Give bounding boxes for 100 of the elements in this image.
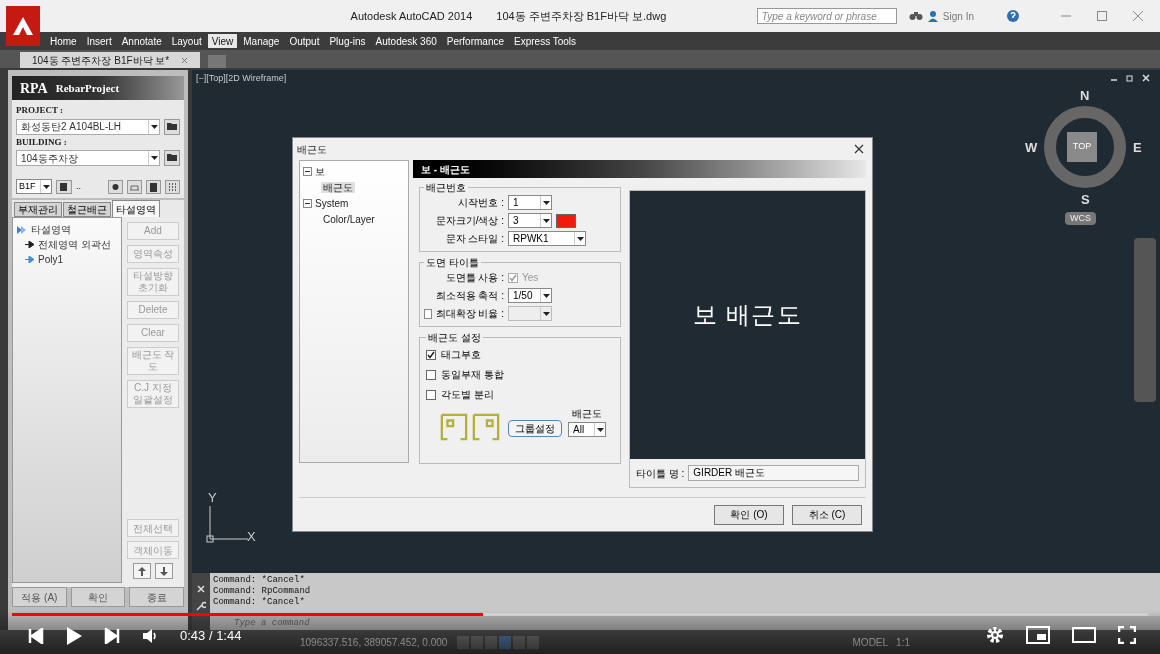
grid-icon[interactable]: [165, 179, 180, 194]
maximize-icon[interactable]: [1096, 10, 1108, 22]
document-tab[interactable]: 104동 주변주차장 B1F바닥 보*: [20, 52, 201, 68]
volume-icon[interactable]: [142, 627, 158, 644]
compass-east[interactable]: E: [1133, 138, 1142, 158]
coordinates-text: 1096337.516, 389057.452, 0.000: [300, 635, 448, 650]
compass-ring[interactable]: [1042, 104, 1128, 190]
checkbox[interactable]: [426, 349, 436, 360]
document-icon[interactable]: [56, 179, 72, 194]
tree-item[interactable]: System: [315, 196, 349, 211]
text-style-dropdown[interactable]: RPWK1: [508, 231, 586, 246]
caret-icon: [540, 289, 551, 302]
status-toggle[interactable]: [513, 635, 526, 649]
preview-title: 보 배근도: [693, 300, 802, 330]
tree-item[interactable]: Color/Layer: [321, 214, 377, 225]
max-ratio-dropdown[interactable]: [508, 306, 552, 321]
ribbon-tab[interactable]: Output: [285, 34, 324, 48]
sign-in-link[interactable]: Sign In: [942, 8, 974, 24]
video-progress-track[interactable]: [12, 613, 1148, 616]
tree-item[interactable]: 배근도: [321, 182, 355, 193]
field-label: 최소적용 축적 :: [434, 289, 505, 303]
model-button[interactable]: MODEL: [852, 634, 889, 650]
ribbon-tab[interactable]: View: [207, 34, 238, 48]
wcs-button[interactable]: WCS: [1065, 212, 1096, 225]
group-title: 도면 타이틀: [425, 256, 480, 270]
command-line: Command: RpCommand: [213, 586, 312, 597]
drawing-dropdown[interactable]: All: [568, 422, 606, 437]
group-title: 배근번호: [425, 181, 467, 195]
user-icon[interactable]: [926, 10, 939, 22]
clipboard-icon[interactable]: [146, 179, 161, 194]
color-swatch[interactable]: [556, 213, 576, 228]
ribbon-tab[interactable]: Performance: [442, 34, 508, 48]
compass-north[interactable]: N: [1080, 86, 1090, 106]
close-icon[interactable]: [854, 144, 864, 154]
folder-icon[interactable]: [164, 150, 180, 166]
ribbon-tab[interactable]: Annotate: [117, 34, 166, 48]
min-scale-dropdown[interactable]: 1/50: [508, 288, 552, 303]
title-name-field[interactable]: GIRDER 배근도: [688, 465, 859, 481]
caret-icon: [540, 214, 551, 227]
checkbox[interactable]: [426, 369, 436, 380]
floor-dropdown[interactable]: B1F: [16, 179, 52, 194]
collapse-icon[interactable]: [303, 199, 312, 208]
next-icon[interactable]: [104, 627, 120, 644]
ribbon-tab[interactable]: Express Tools: [510, 34, 581, 48]
panel-button[interactable]: 확인: [70, 587, 126, 607]
move-up-button[interactable]: [133, 563, 151, 579]
wrench-icon[interactable]: [196, 601, 206, 611]
ribbon-tab[interactable]: Autodesk 360: [371, 34, 441, 48]
text-size-dropdown[interactable]: 3: [508, 213, 552, 228]
previous-icon[interactable]: [28, 627, 44, 644]
dialog-button[interactable]: 취소 (C): [792, 504, 862, 525]
ribbon-tab[interactable]: Insert: [82, 34, 116, 48]
start-number-dropdown[interactable]: 1: [508, 195, 552, 210]
panel-tab[interactable]: 철근배근: [63, 202, 111, 217]
status-toggle[interactable]: [499, 635, 512, 649]
fullscreen-icon[interactable]: [1118, 626, 1136, 644]
miniplayer-icon[interactable]: [1026, 626, 1050, 644]
collapse-icon[interactable]: [303, 167, 312, 176]
ribbon-tab[interactable]: Layout: [167, 34, 206, 48]
help-icon[interactable]: [1006, 9, 1020, 23]
annotation-scale[interactable]: 1:1: [896, 634, 910, 650]
project-dropdown[interactable]: 화성동탄2 A104BL-LH: [16, 118, 160, 135]
tree-item[interactable]: 전체영역 외곽선: [38, 237, 111, 252]
compass-west[interactable]: W: [1025, 138, 1038, 158]
restore-icon[interactable]: [1126, 74, 1134, 82]
status-toggle[interactable]: [457, 635, 470, 649]
status-toggle[interactable]: [527, 635, 540, 649]
tree-item[interactable]: 보: [315, 164, 325, 179]
ribbon-tab[interactable]: Home: [46, 34, 81, 48]
viewport-label[interactable]: [−][Top][2D Wireframe]: [196, 72, 287, 86]
ribbon-tab[interactable]: Manage: [239, 34, 284, 48]
field-label: 시작번호 :: [457, 196, 505, 210]
checkbox[interactable]: [508, 272, 518, 283]
search-field[interactable]: Type a keyword or phrase: [756, 8, 897, 24]
status-toggle[interactable]: [485, 635, 498, 649]
app-logo[interactable]: [6, 6, 40, 46]
binoculars-icon[interactable]: [908, 11, 923, 21]
checkbox[interactable]: [426, 389, 436, 400]
move-down-button[interactable]: [155, 563, 173, 579]
ribbon-tab[interactable]: Plug-ins: [325, 34, 370, 48]
rebar-shape-icon: [472, 413, 500, 441]
panel-tab[interactable]: 부재관리: [14, 202, 62, 217]
folder-icon[interactable]: [164, 118, 180, 135]
ucs-x-label: X: [247, 528, 256, 546]
compass-south[interactable]: S: [1081, 190, 1090, 210]
status-toggle[interactable]: [471, 635, 484, 649]
theater-mode-icon[interactable]: [1072, 627, 1096, 643]
settings-icon[interactable]: [108, 179, 123, 194]
building-dropdown[interactable]: 104동주차장: [16, 150, 160, 166]
panel-button[interactable]: 적용 (A): [12, 587, 67, 607]
tree-item[interactable]: Poly1: [38, 252, 63, 267]
dialog-button[interactable]: 확인 (O): [714, 504, 784, 525]
play-icon[interactable]: [66, 626, 82, 645]
checkbox[interactable]: [424, 308, 432, 319]
panel-button[interactable]: 종료: [129, 587, 184, 607]
panel-tab[interactable]: 타설영역: [112, 200, 160, 217]
command-input[interactable]: Type a command: [210, 616, 1160, 630]
tree-item[interactable]: 타설영역: [31, 222, 71, 237]
group-title: 배근도 설정: [427, 331, 482, 345]
group-settings-button[interactable]: 그룹설정: [508, 420, 562, 437]
